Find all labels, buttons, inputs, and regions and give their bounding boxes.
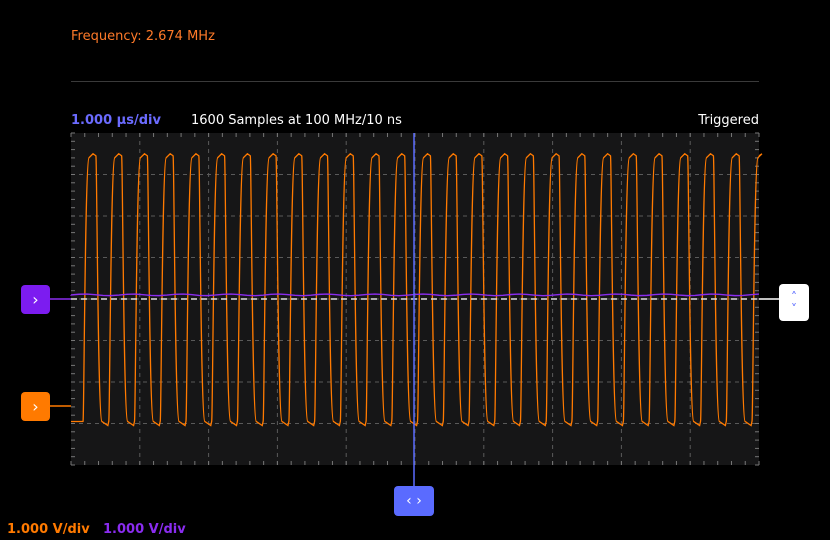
ch2-offset-handle[interactable]: › bbox=[21, 285, 50, 314]
time-cursor-handle[interactable]: ‹ › bbox=[394, 486, 434, 516]
chevron-right-icon: › bbox=[32, 290, 39, 309]
ch1-offset-handle[interactable]: › bbox=[21, 392, 50, 421]
ch2-scale[interactable]: 1.000 V/div bbox=[103, 522, 186, 537]
chevron-up-icon: ˄ bbox=[791, 289, 797, 304]
chevron-down-icon: ˅ bbox=[791, 301, 797, 316]
ch1-scale[interactable]: 1.000 V/div bbox=[7, 522, 90, 537]
trigger-level-handle[interactable]: ˄ ˅ bbox=[779, 284, 809, 321]
chevrons-left-right-icon: ‹ › bbox=[406, 493, 422, 509]
oscilloscope-display[interactable] bbox=[0, 0, 830, 540]
chevron-right-icon: › bbox=[32, 397, 39, 416]
